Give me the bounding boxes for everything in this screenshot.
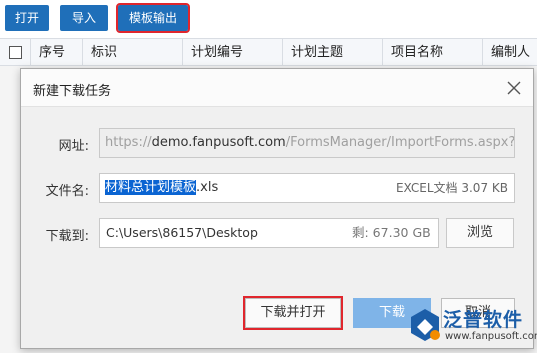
save-path-field[interactable]: C:\Users\86157\Desktop 剩: 67.30 GB xyxy=(99,218,512,248)
url-path: /FormsManager/ImportForms.aspx?Form xyxy=(285,135,515,150)
column-header[interactable]: 计划主题 xyxy=(282,39,382,66)
column-header[interactable]: 编制人 xyxy=(482,39,537,66)
filename-label: 文件名: xyxy=(45,184,89,199)
filename-selected-text: 材料总计划模板 xyxy=(105,180,197,195)
template-export-button[interactable]: 模板输出 xyxy=(116,3,190,33)
url-domain: demo.fanpusoft.com xyxy=(151,135,286,150)
open-button[interactable]: 打开 xyxy=(5,5,49,31)
column-header[interactable]: 标识 xyxy=(82,39,182,66)
brand-name: 泛普软件 xyxy=(443,309,524,331)
column-header[interactable]: 计划编号 xyxy=(182,39,282,66)
download-to-label: 下载到: xyxy=(45,229,89,244)
watermark: 泛普软件 www.fanpusoft.com xyxy=(405,303,537,349)
filename-extension: .xls xyxy=(196,180,219,195)
close-icon[interactable] xyxy=(505,79,523,97)
url-prefix: https:// xyxy=(105,135,152,150)
save-path: C:\Users\86157\Desktop xyxy=(106,225,258,240)
table-header: 序号 标识 计划编号 计划主题 项目名称 编制人 xyxy=(0,38,537,66)
url-label: 网址: xyxy=(58,139,89,154)
file-info: EXCEL文档 3.07 KB xyxy=(395,181,508,195)
column-header[interactable]: 序号 xyxy=(30,39,82,66)
brand-logo-icon xyxy=(411,309,440,341)
dialog-header: 新建下载任务 xyxy=(21,69,533,107)
import-button[interactable]: 导入 xyxy=(60,5,108,31)
browse-button[interactable]: 浏览 xyxy=(446,218,514,248)
url-field[interactable]: https://demo.fanpusoft.com/FormsManager/… xyxy=(99,128,515,158)
dialog-title: 新建下载任务 xyxy=(33,84,112,99)
column-header[interactable]: 项目名称 xyxy=(382,39,482,66)
download-and-open-button[interactable]: 下载并打开 xyxy=(243,296,343,330)
select-all-checkbox[interactable] xyxy=(9,46,22,59)
brand-url: www.fanpusoft.com xyxy=(445,331,537,342)
free-space: 剩: 67.30 GB xyxy=(352,225,431,240)
filename-input[interactable]: 材料总计划模板.xls EXCEL文档 3.07 KB xyxy=(99,173,515,203)
